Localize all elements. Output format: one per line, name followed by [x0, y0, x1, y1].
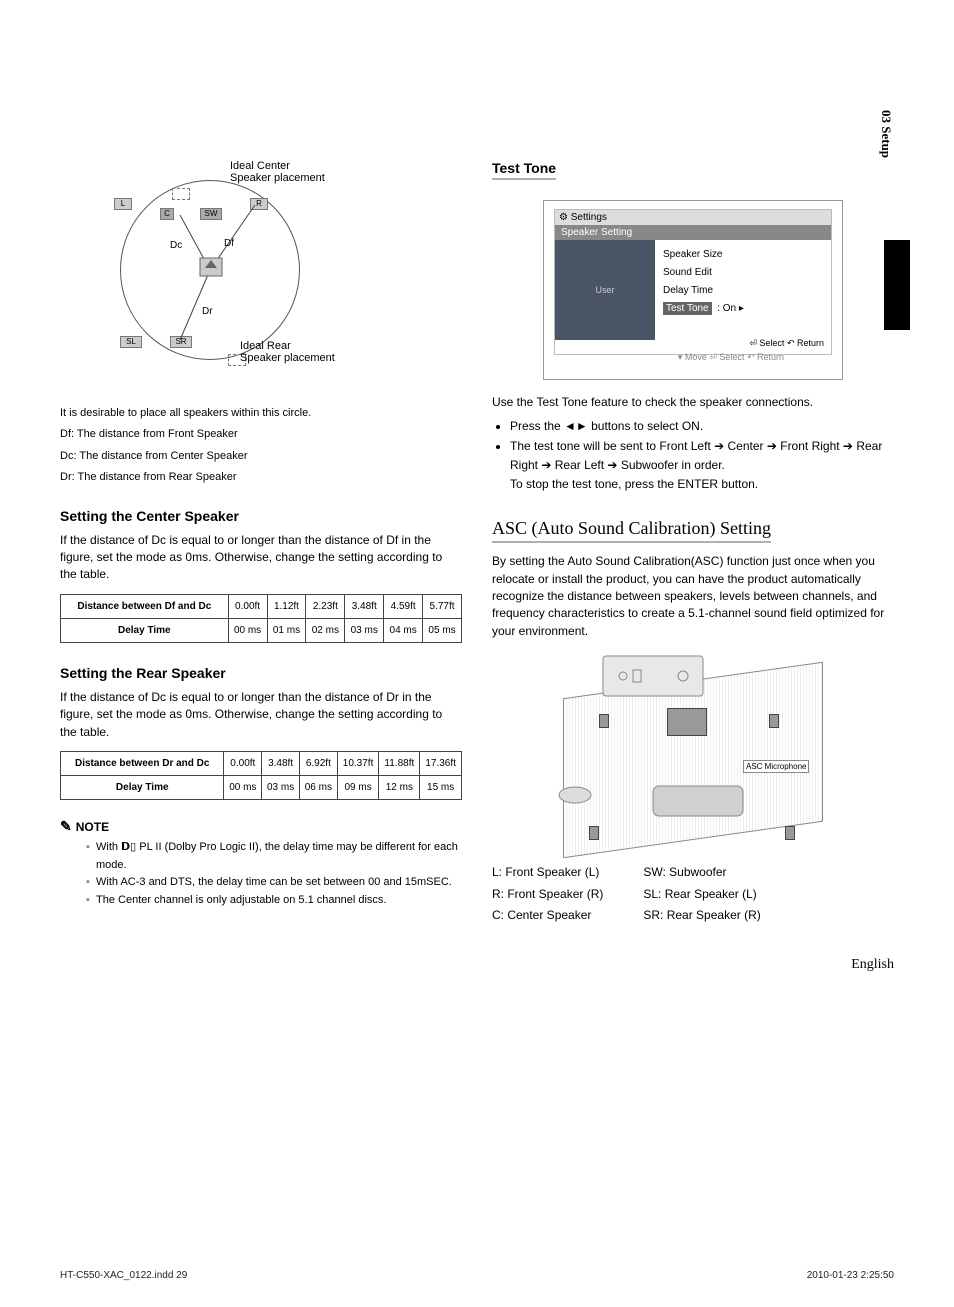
osd-footer: ⏎ Select ↶ Return [749, 338, 824, 349]
section-tab: 03 Setup [878, 110, 894, 158]
speaker-legend: L: Front Speaker (L) R: Front Speaker (R… [492, 862, 894, 927]
pencil-icon: ✎ [60, 818, 72, 834]
ideal-center-label: Ideal Center Speaker placement [230, 160, 325, 184]
test-tone-body: Use the Test Tone feature to check the s… [492, 394, 894, 411]
osd-item-active: Test Tone : On ▸ [663, 300, 823, 318]
heading-asc: ASC (Auto Sound Calibration) Setting [492, 518, 771, 543]
asc-body: By setting the Auto Sound Calibration(AS… [492, 553, 894, 640]
caption-df: Df: The distance from Front Speaker [60, 427, 462, 442]
rear-speaker-text: If the distance of Dc is equal to or lon… [60, 689, 462, 741]
label-Dr: Dr [202, 306, 213, 317]
caption-main: It is desirable to place all speakers wi… [60, 406, 462, 421]
asc-mic-label: ASC Microphone [743, 760, 809, 773]
heading-test-tone: Test Tone [492, 160, 556, 180]
heading-rear-speaker: Setting the Rear Speaker [60, 665, 462, 681]
asc-room-diagram: ASC Microphone [543, 650, 843, 850]
rear-speaker-table: Distance between Dr and Dc 0.00ft3.48ft6… [60, 751, 462, 800]
osd-item: Sound Edit [663, 264, 823, 282]
gear-icon: ⚙ [559, 212, 568, 223]
label-Df: Df [224, 238, 234, 249]
caption-dr: Dr: The distance from Rear Speaker [60, 470, 462, 485]
osd-item: Delay Time [663, 282, 823, 300]
label-Dc: Dc [170, 240, 182, 251]
language-label: English [492, 957, 894, 973]
test-tone-steps: Press the ◄► buttons to select ON. The t… [492, 417, 894, 494]
ideal-rear-label: Ideal Rear Speaker placement [240, 340, 335, 364]
speaker-placement-diagram: L R C SW SL SR Dc Df Dr Ideal Center [60, 160, 462, 400]
thumb-index [884, 240, 910, 330]
osd-screenshot: ⚙ Settings Speaker Setting User Speaker … [543, 200, 843, 380]
osd-item: Speaker Size [663, 246, 823, 264]
osd-user-panel: User [555, 240, 655, 340]
footer-left: HT-C550-XAC_0122.indd 29 [60, 1270, 187, 1281]
center-speaker-text: If the distance of Dc is equal to or lon… [60, 532, 462, 584]
osd-footer-2: ▾ Move ⏎ Select ↶ Return [678, 352, 784, 363]
note-list: With 𝗗▯ PL II (Dolby Pro Logic II), the … [60, 839, 462, 909]
caption-dc: Dc: The distance from Center Speaker [60, 449, 462, 464]
footer-right: 2010-01-23 2:25:50 [807, 1270, 894, 1281]
heading-center-speaker: Setting the Center Speaker [60, 508, 462, 524]
note-heading: ✎NOTE [60, 818, 462, 835]
center-speaker-table: Distance between Df and Dc 0.00ft1.12ft2… [60, 594, 462, 643]
